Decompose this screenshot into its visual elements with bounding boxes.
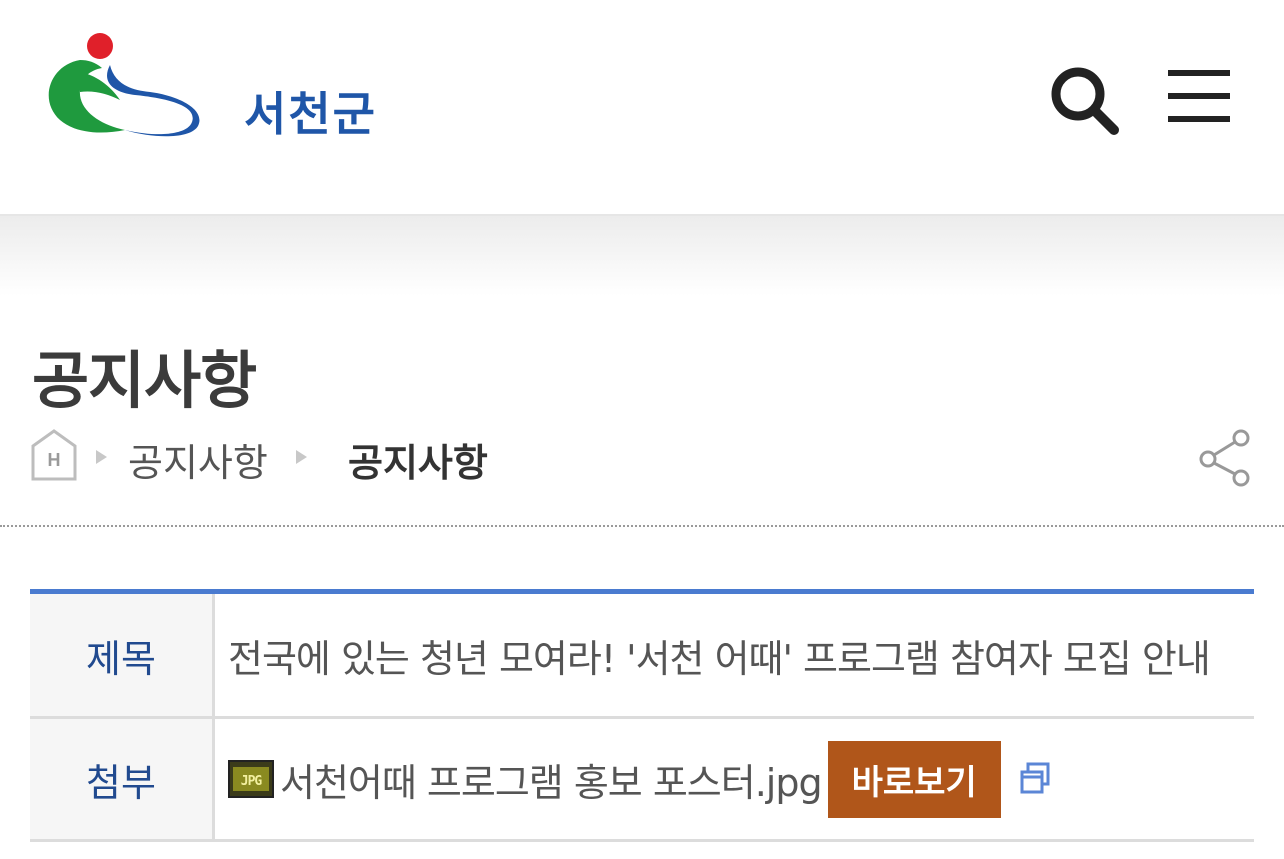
home-icon[interactable]: H <box>30 428 78 482</box>
notice-detail-table: 제목 전국에 있는 청년 모여라! '서천 어때' 프로그램 참여자 모집 안내… <box>30 589 1254 842</box>
attachment-filename[interactable]: 서천어때 프로그램 홍보 포스터.jpg <box>280 752 823 807</box>
breadcrumb-separator <box>296 450 307 464</box>
page-title: 공지사항 <box>32 344 257 417</box>
breadcrumb-item-notice[interactable]: 공지사항 <box>128 432 268 487</box>
section-divider <box>0 525 1284 527</box>
svg-text:H: H <box>48 450 61 470</box>
jpg-file-icon[interactable]: JPG <box>228 756 274 802</box>
breadcrumb-separator <box>96 450 107 464</box>
title-value: 전국에 있는 청년 모여라! '서천 어때' 프로그램 참여자 모집 안내 <box>228 636 1211 681</box>
seocheon-logo-icon[interactable] <box>40 30 210 145</box>
attachment-value: JPG 서천어때 프로그램 홍보 포스터.jpg 바로보기 <box>228 719 1254 839</box>
breadcrumb-item-current: 공지사항 <box>348 441 488 485</box>
title-label: 제목 <box>30 594 215 716</box>
logo-text[interactable]: 서천군 <box>244 78 377 144</box>
search-icon[interactable] <box>1046 62 1120 136</box>
svg-text:JPG: JPG <box>241 774 263 789</box>
attachment-label: 첨부 <box>30 719 215 839</box>
new-window-icon[interactable] <box>1019 762 1051 796</box>
view-button[interactable]: 바로보기 <box>827 740 1001 818</box>
site-header: 서천군 <box>0 0 1284 216</box>
hamburger-menu-icon[interactable] <box>1166 66 1232 126</box>
title-row: 제목 전국에 있는 청년 모여라! '서천 어때' 프로그램 참여자 모집 안내 <box>30 594 1254 719</box>
attachment-row: 첨부 JPG 서천어때 프로그램 홍보 포스터.jpg 바로보기 <box>30 719 1254 842</box>
share-icon[interactable] <box>1196 428 1254 488</box>
header-shadow <box>0 216 1284 296</box>
